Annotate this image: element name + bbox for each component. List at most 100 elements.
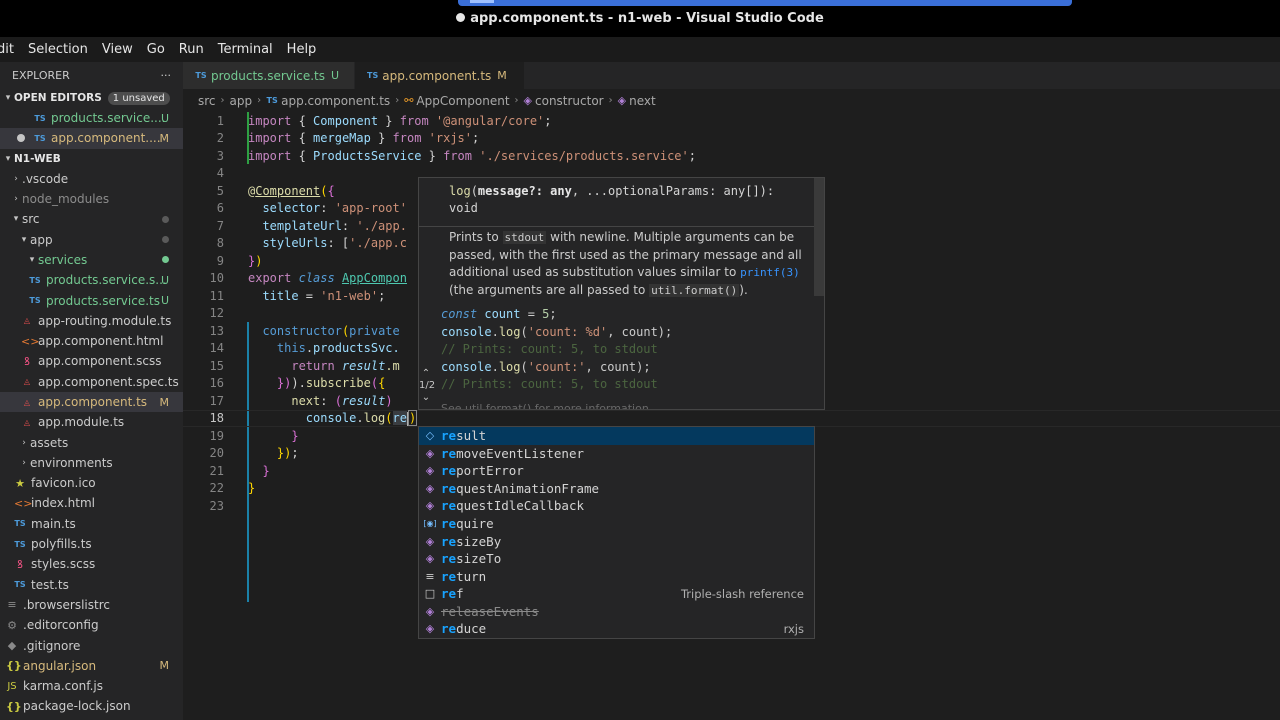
tree-file-app-component-spec[interactable]: ◬ app.component.spec.ts [0, 372, 183, 392]
tree-file-main-ts[interactable]: TS main.ts [0, 514, 183, 534]
angular-file-icon: ◬ [23, 316, 31, 326]
suggestion-item[interactable]: ◈ releaseEvents [419, 602, 814, 620]
tab-products-service[interactable]: TS products.service.ts U [183, 62, 355, 89]
code-text: selector: 'app-root' [248, 201, 407, 216]
code-text: title = 'n1-web'; [248, 288, 386, 303]
overload-counter[interactable]: ⌃ 1/2 ⌄ [419, 368, 435, 404]
tree-file-app-component-html[interactable]: <> app.component.html [0, 331, 183, 351]
breadcrumb-app[interactable]: app [230, 94, 253, 108]
tree-folder-vscode[interactable]: › .vscode [0, 169, 183, 189]
tree-file-test-ts[interactable]: TS test.ts [0, 575, 183, 595]
line-number: 10 [209, 271, 224, 286]
code-text: }); [276, 446, 299, 461]
window-title: app.component.ts - n1-web - Visual Studi… [0, 11, 1280, 26]
breadcrumb-class[interactable]: AppComponent [416, 94, 509, 108]
line-number: 6 [216, 201, 224, 216]
tree-file-favicon[interactable]: ★ favicon.ico [0, 473, 183, 493]
tab-app-component[interactable]: TS app.component.ts M [355, 62, 525, 89]
breadcrumb-next[interactable]: next [629, 94, 656, 108]
autocomplete-widget: ◇ result ◈ removeEventListener ◈ reportErro… [418, 426, 815, 639]
suggestion-item[interactable]: ◈ resizeTo [419, 550, 814, 568]
open-editor-products-service[interactable]: TS products.service.... U [0, 108, 183, 128]
file-name: products.service.ts [46, 293, 160, 308]
breadcrumb-constructor[interactable]: constructor [535, 94, 604, 108]
menu-view[interactable]: View [96, 42, 141, 57]
line-number: 23 [209, 498, 224, 513]
menu-help[interactable]: Help [281, 42, 325, 57]
tree-file-app-routing[interactable]: ◬ app-routing.module.ts [0, 311, 183, 331]
suggestion-item[interactable]: ◈ requestAnimationFrame [419, 480, 814, 498]
tree-folder-src[interactable]: ▾ src [0, 209, 183, 229]
tree-file-index-html[interactable]: <> index.html [0, 493, 183, 513]
suggestion-item[interactable]: ◈ reportError [419, 462, 814, 480]
suggestion-item[interactable]: ◈ requestIdleCallback [419, 497, 814, 515]
suggestion-item[interactable]: ◈ resizeBy [419, 532, 814, 550]
code-example: const count = 5; console.log('count: %d',… [441, 307, 673, 391]
tree-file-styles-scss[interactable]: ꝸ styles.scss [0, 554, 183, 574]
open-editor-app-component[interactable]: TS app.component.... M [0, 128, 183, 149]
scrollbar[interactable] [814, 178, 824, 296]
file-name: package-lock.json [23, 699, 131, 714]
git-icon: ◆ [7, 639, 17, 653]
menu-go[interactable]: Go [141, 42, 173, 57]
tree-file-app-component-ts[interactable]: ◬ app.component.ts M [0, 391, 183, 413]
code-line: 2 import { mergeMap } from 'rxjs'; [183, 130, 1280, 148]
chevron-right-icon: › [14, 173, 18, 184]
scss-file-icon: ꝸ [24, 354, 30, 368]
suggestion-item[interactable]: ≡ return [419, 567, 814, 585]
line-number: 2 [216, 131, 224, 146]
tree-folder-environments[interactable]: › environments [0, 453, 183, 473]
breadcrumb-src[interactable]: src [198, 94, 216, 108]
suggestion-item[interactable]: □ ref Triple-slash reference [419, 585, 814, 603]
menu-edit[interactable]: dit [0, 42, 22, 57]
file-name: index.html [31, 496, 95, 511]
tree-file-browserslistrc[interactable]: ≡ .browserslistrc [0, 595, 183, 615]
folder-name: .vscode [22, 171, 69, 186]
menu-terminal[interactable]: Terminal [212, 42, 281, 57]
parameter-hints-widget: log(message?: any, ...optionalParams: an… [418, 177, 825, 410]
tree-folder-assets[interactable]: › assets [0, 432, 183, 452]
open-editors-title: OPEN EDITORS [14, 92, 102, 104]
suggestion-item[interactable]: [◉] require [419, 515, 814, 533]
tree-file-products-service-spec[interactable]: TS products.service.s... U [0, 270, 183, 290]
method-icon: ◈ [425, 481, 435, 495]
method-icon: ◈ [617, 94, 627, 107]
more-actions-icon[interactable]: ··· [161, 69, 172, 82]
tree-folder-app[interactable]: ▾ app [0, 229, 183, 249]
angular-file-icon: ◬ [23, 377, 31, 387]
tree-file-products-service[interactable]: TS products.service.ts U [0, 290, 183, 310]
code-text: console.log(re) [305, 410, 418, 426]
menu-run[interactable]: Run [173, 42, 212, 57]
tree-file-angular-json[interactable]: {} angular.json M [0, 656, 183, 676]
editor-tabs: TS products.service.ts U TS app.componen… [183, 62, 1280, 89]
line-number: 13 [209, 323, 224, 338]
folder-name: services [38, 252, 88, 267]
breadcrumb-file[interactable]: app.component.ts [281, 94, 390, 108]
menu-selection[interactable]: Selection [22, 42, 96, 57]
code-text: return result.m [291, 358, 400, 373]
explorer-title: EXPLORER [12, 68, 70, 82]
line-number: 20 [209, 446, 224, 461]
tree-file-app-module[interactable]: ◬ app.module.ts [0, 412, 183, 432]
title-bar: app.component.ts - n1-web - Visual Studi… [0, 0, 1280, 37]
chevron-up-icon[interactable]: ⌃ [419, 368, 433, 380]
tree-file-package-lock[interactable]: {} package-lock.json [0, 696, 183, 716]
suggestion-item[interactable]: ◈ removeEventListener [419, 445, 814, 463]
status-badge: M [159, 131, 170, 145]
tree-folder-node-modules[interactable]: › node_modules [0, 189, 183, 209]
tree-file-polyfills[interactable]: TS polyfills.ts [0, 534, 183, 554]
tree-folder-services[interactable]: ▾ services [0, 250, 183, 270]
code-text: @Component({ [248, 183, 335, 198]
suggestion-item[interactable]: ◇ result [419, 427, 814, 445]
tree-file-gitignore[interactable]: ◆ .gitignore [0, 635, 183, 655]
open-editors-header[interactable]: ▾ OPEN EDITORS 1 unsaved [0, 88, 183, 108]
tree-file-karma-conf[interactable]: JS karma.conf.js [0, 676, 183, 696]
menu-bar: dit Selection View Go Run Terminal Help [0, 37, 1280, 62]
suggestion-item[interactable]: ◈ reduce rxjs [419, 620, 814, 638]
code-text: }) [248, 253, 263, 268]
project-header[interactable]: ▾ N1-WEB [0, 149, 183, 169]
tree-file-editorconfig[interactable]: ⚙ .editorconfig [0, 615, 183, 635]
tree-file-app-component-scss[interactable]: ꝸ app.component.scss [0, 351, 183, 371]
chevron-down-icon[interactable]: ⌄ [419, 392, 433, 404]
printf-link[interactable]: printf(3) [740, 266, 800, 279]
